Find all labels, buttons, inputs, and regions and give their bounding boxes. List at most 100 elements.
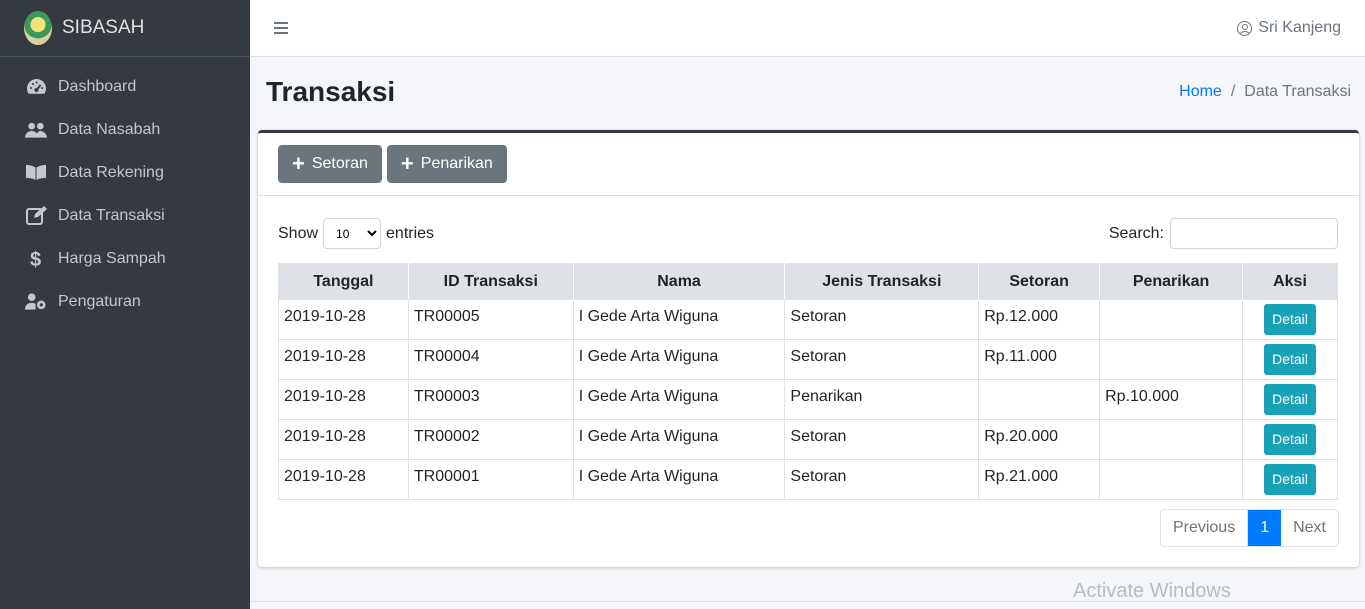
cell-tanggal: 2019-10-28	[278, 419, 409, 460]
sidebar-item-label: Pengaturan	[58, 292, 141, 310]
cell-jenis-transaksi: Setoran	[784, 419, 980, 460]
cell-penarikan: Rp.10.000	[1099, 379, 1243, 420]
cell-id-transaksi: TR00003	[407, 379, 574, 420]
cell-nama: I Gede Arta Wiguna	[572, 299, 786, 340]
button-label: Penarikan	[420, 155, 493, 172]
cell-nama: I Gede Arta Wiguna	[572, 459, 786, 500]
cell-tanggal: 2019-10-28	[278, 339, 409, 380]
dashboard-icon	[25, 77, 47, 97]
cell-id-transaksi: TR00001	[407, 459, 574, 500]
content-header: Transaksi Home / Data Transaksi	[266, 72, 1351, 112]
cell-nama: I Gede Arta Wiguna	[572, 419, 786, 460]
topbar: Sri Kanjeng	[250, 0, 1365, 57]
brand-logo	[24, 11, 52, 45]
table-header-row: Tanggal ID Transaksi Nama Jenis Transaks…	[278, 263, 1338, 300]
cell-setoran: Rp.21.000	[978, 459, 1101, 500]
sidebar-nav: Dashboard Data Nasabah Data Rekening Dat…	[0, 57, 250, 323]
detail-button[interactable]: Detail	[1264, 464, 1316, 495]
search-label: Search:	[1108, 224, 1164, 242]
cell-aksi: Detail	[1242, 419, 1338, 460]
dollar-icon: $	[25, 249, 47, 269]
card-header: + Setoran + Penarikan	[258, 133, 1359, 196]
users-icon	[25, 120, 47, 140]
entries-label: entries	[386, 224, 435, 242]
cell-setoran	[978, 379, 1101, 420]
detail-button[interactable]: Detail	[1264, 304, 1316, 335]
sidebar-item-label: Harga Sampah	[58, 249, 166, 267]
brand-name: SIBASAH	[62, 17, 145, 38]
entries-select[interactable]: 10	[323, 218, 382, 249]
table-search: Search:	[1109, 218, 1338, 249]
column-header-aksi: Aksi	[1242, 263, 1338, 300]
sidebar-item-label: Data Rekening	[58, 163, 164, 181]
cell-tanggal: 2019-10-28	[278, 459, 409, 500]
plus-icon: +	[292, 151, 305, 176]
detail-button[interactable]: Detail	[1264, 344, 1316, 375]
cell-jenis-transaksi: Setoran	[784, 339, 980, 380]
sidebar-item-data-rekening[interactable]: Data Rekening	[0, 151, 250, 194]
breadcrumb: Home / Data Transaksi	[1179, 83, 1351, 101]
column-header-id-transaksi[interactable]: ID Transaksi	[407, 263, 574, 300]
show-label: Show	[278, 224, 319, 242]
brand[interactable]: SIBASAH	[0, 0, 250, 57]
sidebar-item-data-transaksi[interactable]: Data Transaksi	[0, 194, 250, 237]
table-row: 2019-10-28 TR00004 I Gede Arta Wiguna Se…	[278, 339, 1338, 380]
column-header-nama[interactable]: Nama	[572, 263, 786, 300]
page-title: Transaksi	[266, 76, 396, 107]
menu-toggle-icon[interactable]	[274, 22, 288, 34]
cell-aksi: Detail	[1242, 459, 1338, 500]
cell-jenis-transaksi: Setoran	[784, 459, 980, 500]
cell-aksi: Detail	[1242, 379, 1338, 420]
breadcrumb-current: Data Transaksi	[1244, 83, 1351, 100]
cell-jenis-transaksi: Penarikan	[784, 379, 980, 420]
table-row: 2019-10-28 TR00005 I Gede Arta Wiguna Se…	[278, 299, 1338, 340]
cell-penarikan	[1099, 459, 1243, 500]
cell-penarikan	[1099, 339, 1243, 380]
sidebar-item-label: Data Nasabah	[58, 120, 161, 138]
svg-text:$: $	[30, 249, 41, 269]
column-header-tanggal[interactable]: Tanggal	[278, 263, 409, 300]
user-menu[interactable]: Sri Kanjeng	[1237, 19, 1341, 37]
cell-setoran: Rp.11.000	[978, 339, 1101, 380]
book-icon	[25, 163, 47, 183]
cell-penarikan	[1099, 299, 1243, 340]
user-name: Sri Kanjeng	[1258, 19, 1341, 36]
sidebar: SIBASAH Dashboard Data Nasabah Data Reke…	[0, 0, 250, 609]
sidebar-item-harga-sampah[interactable]: $ Harga Sampah	[0, 237, 250, 280]
cell-setoran: Rp.20.000	[978, 419, 1101, 460]
page-1-button[interactable]: 1	[1248, 510, 1282, 546]
table-controls: Show 10 entries Search:	[278, 218, 1338, 249]
add-setoran-button[interactable]: + Setoran	[278, 145, 382, 183]
table-row: 2019-10-28 TR00001 I Gede Arta Wiguna Se…	[278, 459, 1338, 500]
cell-id-transaksi: TR00004	[407, 339, 574, 380]
user-cog-icon	[25, 292, 47, 312]
column-header-jenis-transaksi[interactable]: Jenis Transaksi	[784, 263, 980, 300]
sidebar-item-data-nasabah[interactable]: Data Nasabah	[0, 108, 250, 151]
sidebar-item-dashboard[interactable]: Dashboard	[0, 65, 250, 108]
search-input[interactable]	[1170, 218, 1338, 249]
cell-nama: I Gede Arta Wiguna	[572, 339, 786, 380]
cell-id-transaksi: TR00005	[407, 299, 574, 340]
cell-penarikan	[1099, 419, 1243, 460]
entries-length: Show 10 entries	[278, 218, 434, 249]
next-page-button[interactable]: Next	[1281, 510, 1338, 546]
table-row: 2019-10-28 TR00003 I Gede Arta Wiguna Pe…	[278, 379, 1338, 420]
sidebar-item-pengaturan[interactable]: Pengaturan	[0, 280, 250, 323]
sidebar-item-label: Data Transaksi	[58, 206, 165, 224]
cell-aksi: Detail	[1242, 299, 1338, 340]
detail-button[interactable]: Detail	[1264, 424, 1316, 455]
cell-setoran: Rp.12.000	[978, 299, 1101, 340]
breadcrumb-home-link[interactable]: Home	[1179, 83, 1222, 101]
pagination: Previous 1 Next	[1159, 509, 1339, 547]
cell-id-transaksi: TR00002	[407, 419, 574, 460]
column-header-penarikan[interactable]: Penarikan	[1099, 263, 1243, 300]
detail-button[interactable]: Detail	[1264, 384, 1316, 415]
transaction-card: + Setoran + Penarikan Show 10 entries Se…	[258, 130, 1359, 567]
previous-page-button[interactable]: Previous	[1161, 510, 1249, 546]
edit-icon	[25, 206, 47, 226]
cell-tanggal: 2019-10-28	[278, 299, 409, 340]
column-header-setoran[interactable]: Setoran	[978, 263, 1101, 300]
add-penarikan-button[interactable]: + Penarikan	[386, 145, 507, 183]
button-label: Setoran	[311, 155, 368, 172]
activate-windows-watermark: Activate Windows	[1073, 580, 1231, 602]
